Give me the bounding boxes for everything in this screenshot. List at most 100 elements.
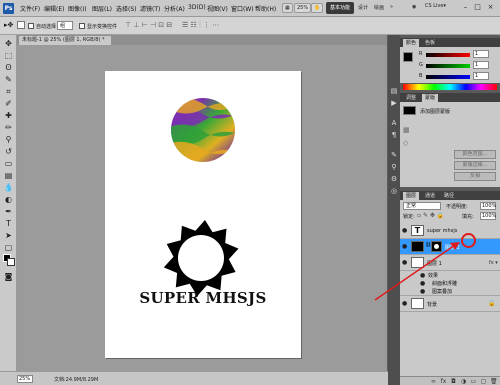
tool-preset-picker[interactable] [17, 21, 25, 29]
distribute-icons[interactable]: ☰ ☷ ⫶ ⋮ ⋯ [182, 21, 219, 30]
document-info[interactable]: 文档:24.9M/8.29M [54, 376, 98, 383]
hand-icon[interactable]: ✋ [311, 3, 324, 13]
restore-icon[interactable]: □ [473, 3, 482, 12]
workspace-design-button[interactable]: 设计 [358, 4, 368, 11]
tab-color[interactable]: 颜色 [403, 39, 420, 47]
dodge-tool-icon[interactable]: ◐ [3, 194, 14, 205]
layer-row-background[interactable]: ● 背景 🔒 [400, 296, 500, 312]
canvas-area[interactable]: SUPER MHSJS [17, 45, 387, 371]
workspace-essentials-button[interactable]: 基本功能 [326, 2, 354, 14]
tab-adjustments[interactable]: 调整 [403, 94, 419, 102]
layer-mask-thumb[interactable] [431, 241, 442, 252]
layer-row-effects[interactable]: ● 图层 1 fx ▾ [400, 255, 500, 271]
cs-live-menu[interactable]: CS Live▾ [425, 3, 446, 9]
layer-name[interactable]: 背景 [427, 301, 437, 308]
blue-value[interactable]: 1 [473, 72, 489, 80]
add-mask-icon[interactable]: ◘ [450, 378, 457, 385]
menu-file[interactable]: 文件(F) [20, 4, 40, 13]
menu-layer[interactable]: 图层(L) [92, 4, 112, 13]
quick-mask-icon[interactable]: ◙ [3, 271, 14, 282]
layer-row-selected[interactable]: ● ⛓ 图层 2 [400, 239, 500, 255]
lasso-tool-icon[interactable]: ʘ [3, 62, 14, 73]
delete-icon[interactable]: 🗑 [490, 378, 498, 385]
history-panel-icon[interactable]: ▤ [390, 87, 398, 95]
healing-tool-icon[interactable]: ✚ [3, 110, 14, 121]
show-transform-checkbox[interactable] [79, 23, 85, 29]
opacity-field[interactable]: 100% [480, 202, 496, 210]
zoom-dropdown[interactable]: 25% [294, 3, 312, 13]
effect-pattern[interactable]: ● 图案叠加 [400, 287, 500, 296]
align-icons[interactable]: ⊤ ⊥ ⊢ ⊣ ⊡ ⊟ [125, 21, 172, 29]
pixel-mask-icon[interactable]: ▦ [403, 126, 410, 134]
layer-name[interactable]: 图层 1 [427, 260, 442, 267]
menu-view[interactable]: 视图(V) [207, 4, 228, 13]
fx-icon[interactable]: fx [440, 378, 447, 385]
background-color-swatch[interactable] [7, 258, 15, 266]
visibility-eye-icon[interactable]: ● [402, 243, 409, 250]
auto-select-checkbox[interactable] [28, 23, 34, 29]
menu-window[interactable]: 窗口(W) [231, 4, 254, 13]
color-range-button[interactable]: 颜色范围... [454, 150, 496, 159]
effect-eye-icon[interactable]: ● [420, 288, 427, 295]
type-tool-icon[interactable]: T [3, 218, 14, 229]
red-slider[interactable]: R 1 [400, 50, 500, 60]
effect-eye-icon[interactable]: ● [420, 280, 427, 287]
move-tool-icon[interactable]: ▸✥ [4, 21, 13, 29]
tool-presets-icon[interactable]: ⚙ [390, 175, 398, 183]
zoom-field[interactable]: 25% [17, 375, 33, 383]
close-icon[interactable]: × [486, 3, 495, 12]
invert-button[interactable]: 反相 [454, 172, 496, 181]
path-select-tool-icon[interactable]: ➤ [3, 230, 14, 241]
clone-source-icon[interactable]: ⚲ [390, 163, 398, 171]
visibility-eye-icon[interactable]: ● [402, 259, 409, 266]
paragraph-panel-icon[interactable]: ¶ [390, 131, 398, 139]
character-panel-icon[interactable]: A [390, 119, 398, 127]
navigator-icon[interactable]: ◎ [390, 187, 398, 195]
lock-icons[interactable]: ▫ ✎ ✥ 🔒 [417, 212, 444, 219]
stamp-tool-icon[interactable]: ⚲ [3, 134, 14, 145]
crop-tool-icon[interactable]: ⌗ [3, 86, 14, 97]
workspace-more-button[interactable]: » [390, 4, 393, 10]
move-tool-icon[interactable]: ✥ [3, 38, 14, 49]
document-tab[interactable]: 未标题-1 @ 25% (图层 1, RGB/8) * [19, 36, 111, 45]
shape-tool-icon[interactable]: ▢ [3, 242, 14, 253]
link-icon[interactable]: ∞ [430, 378, 437, 385]
menu-3d[interactable]: 3D(D) [188, 4, 206, 11]
minimize-icon[interactable]: – [461, 3, 470, 12]
layer-row-text[interactable]: ● T super mhsjs [400, 223, 500, 239]
adjustment-icon[interactable]: ◑ [460, 378, 467, 385]
tab-swatches[interactable]: 色板 [422, 39, 438, 47]
new-layer-icon[interactable]: ▢ [480, 378, 487, 385]
effect-bevel[interactable]: ● 斜面和浮雕 [400, 279, 500, 287]
blue-slider[interactable]: B 1 [400, 72, 500, 82]
tab-layers[interactable]: 图层 [403, 192, 420, 200]
menu-help[interactable]: 帮助(H) [255, 4, 276, 13]
effects-header[interactable]: ● 效果 [400, 271, 500, 279]
menu-filter[interactable]: 滤镜(T) [140, 4, 160, 13]
eyedropper-tool-icon[interactable]: ✐ [3, 98, 14, 109]
green-slider[interactable]: G 1 [400, 61, 500, 71]
gradient-tool-icon[interactable]: ▤ [3, 170, 14, 181]
fx-icon[interactable]: fx ▾ [489, 260, 498, 266]
menu-analysis[interactable]: 分析(A) [164, 4, 185, 13]
tab-channels[interactable]: 通道 [422, 192, 438, 200]
layer-name[interactable]: super mhsjs [427, 228, 457, 234]
mask-edge-button[interactable]: 蒙版边缘... [454, 161, 496, 170]
fill-field[interactable]: 100% [480, 212, 496, 220]
red-value[interactable]: 1 [473, 50, 489, 58]
menu-edit[interactable]: 编辑(E) [44, 4, 64, 13]
brush-panel-icon[interactable]: ✎ [390, 151, 398, 159]
tab-masks[interactable]: 蒙版 [422, 94, 439, 102]
visibility-eye-icon[interactable]: ● [402, 227, 409, 234]
pen-tool-icon[interactable]: ✒ [3, 206, 14, 217]
document-canvas[interactable]: SUPER MHSJS [105, 71, 301, 358]
marquee-tool-icon[interactable]: ⬚ [3, 50, 14, 61]
blend-mode-dropdown[interactable]: 正常 [403, 202, 441, 210]
tab-paths[interactable]: 路径 [441, 192, 457, 200]
effects-eye-icon[interactable]: ● [420, 272, 427, 279]
green-value[interactable]: 1 [473, 61, 489, 69]
layer-name[interactable]: 图层 2 [445, 244, 460, 251]
workspace-painting-button[interactable]: 绘画 [374, 4, 384, 11]
menu-image[interactable]: 图像(I) [68, 4, 86, 13]
eraser-tool-icon[interactable]: ▭ [3, 158, 14, 169]
